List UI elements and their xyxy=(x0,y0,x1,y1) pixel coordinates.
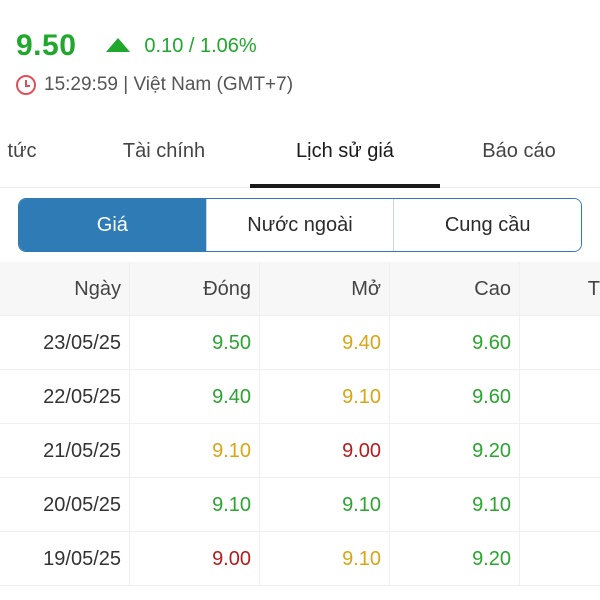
cell-date: 23/05/25 xyxy=(0,316,130,370)
cell-open: 9.40 xyxy=(260,316,390,370)
tab-price-history[interactable]: Lịch sử giá xyxy=(250,118,440,188)
segment-foreign[interactable]: Nước ngoài xyxy=(205,199,394,251)
tab-bar: tức Tài chính Lịch sử giá Báo cáo xyxy=(0,118,600,188)
timestamp-text: 15:29:59 | Việt Nam (GMT+7) xyxy=(44,74,294,95)
tab-finance[interactable]: Tài chính xyxy=(100,118,228,188)
cell-high: 9.20 xyxy=(390,424,520,478)
quote-timestamp: 15:29:59 | Việt Nam (GMT+7) xyxy=(16,72,293,98)
header-date[interactable]: Ngày xyxy=(0,262,130,316)
header-high[interactable]: Cao xyxy=(390,262,520,316)
clock-icon xyxy=(16,75,36,95)
cell-close: 9.10 xyxy=(130,424,260,478)
cell-open: 9.10 xyxy=(260,478,390,532)
table-row[interactable]: 21/05/25 9.10 9.00 9.20 xyxy=(0,424,600,478)
table-row[interactable]: 19/05/25 9.00 9.10 9.20 xyxy=(0,532,600,586)
header-low[interactable]: T xyxy=(520,262,600,316)
cell-date: 20/05/25 xyxy=(0,478,130,532)
cell-close: 9.10 xyxy=(130,478,260,532)
header-close[interactable]: Đóng xyxy=(130,262,260,316)
cell-open: 9.00 xyxy=(260,424,390,478)
quote-header: 9.50 0.10 / 1.06% xyxy=(16,22,257,70)
cell-low xyxy=(520,316,600,370)
header-open[interactable]: Mở xyxy=(260,262,390,316)
segment-control: Giá Nước ngoài Cung cầu xyxy=(18,198,582,252)
cell-close: 9.40 xyxy=(130,370,260,424)
cell-open: 9.10 xyxy=(260,532,390,586)
table-row[interactable]: 23/05/25 9.50 9.40 9.60 xyxy=(0,316,600,370)
cell-close: 9.50 xyxy=(130,316,260,370)
price-change: 0.10 / 1.06% xyxy=(106,34,257,58)
table-row[interactable]: 20/05/25 9.10 9.10 9.10 xyxy=(0,478,600,532)
cell-high: 9.60 xyxy=(390,370,520,424)
segment-supply-demand[interactable]: Cung cầu xyxy=(393,199,581,251)
price-change-text: 0.10 / 1.06% xyxy=(144,34,257,57)
table-header: Ngày Đóng Mở Cao T xyxy=(0,262,600,316)
cell-close: 9.00 xyxy=(130,532,260,586)
active-tab-indicator xyxy=(250,184,440,188)
cell-high: 9.20 xyxy=(390,532,520,586)
cell-date: 19/05/25 xyxy=(0,532,130,586)
table-row[interactable]: 22/05/25 9.40 9.10 9.60 xyxy=(0,370,600,424)
price-history-table: Ngày Đóng Mở Cao T 23/05/25 9.50 9.40 9.… xyxy=(0,262,600,586)
cell-open: 9.10 xyxy=(260,370,390,424)
cell-date: 21/05/25 xyxy=(0,424,130,478)
cell-high: 9.60 xyxy=(390,316,520,370)
segment-price[interactable]: Giá xyxy=(19,199,206,251)
triangle-up-icon xyxy=(106,38,131,52)
cell-low xyxy=(520,370,600,424)
cell-low xyxy=(520,478,600,532)
tab-news[interactable]: tức xyxy=(2,118,42,188)
cell-low xyxy=(520,532,600,586)
tab-reports[interactable]: Báo cáo xyxy=(462,118,576,188)
cell-low xyxy=(520,424,600,478)
cell-high: 9.10 xyxy=(390,478,520,532)
cell-date: 22/05/25 xyxy=(0,370,130,424)
current-price: 9.50 xyxy=(16,29,77,62)
